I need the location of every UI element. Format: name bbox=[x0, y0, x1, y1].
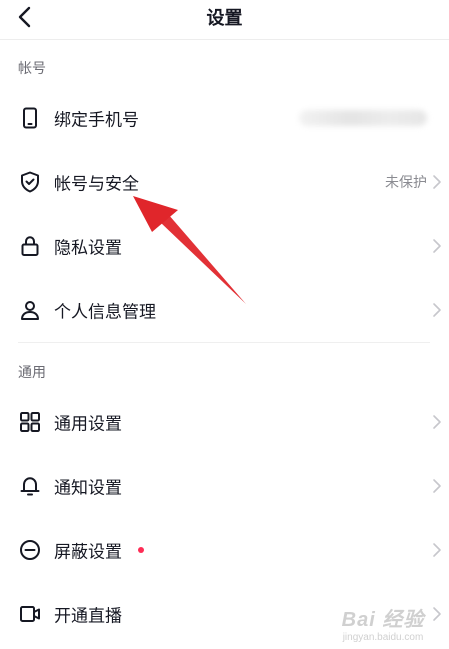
row-notifications-label: 通知设置 bbox=[54, 478, 122, 499]
chevron-right-icon bbox=[433, 479, 441, 493]
row-live-streaming-label: 开通直播 bbox=[54, 606, 122, 627]
baidu-jingyan-watermark: Bai 经验 jingyan.baidu.com bbox=[323, 603, 443, 643]
chevron-right-icon bbox=[433, 239, 441, 253]
video-camera-icon bbox=[20, 606, 40, 622]
page-title: 设置 bbox=[206, 8, 243, 29]
row-notifications[interactable]: 通知设置 bbox=[0, 458, 449, 514]
lock-icon bbox=[21, 236, 39, 256]
section-divider bbox=[18, 342, 430, 343]
row-account-security-label: 帐号与安全 bbox=[54, 174, 139, 195]
row-general-settings[interactable]: 通用设置 bbox=[0, 394, 449, 450]
row-bind-phone[interactable]: 绑定手机号 bbox=[0, 90, 449, 146]
watermark-url: jingyan.baidu.com bbox=[342, 632, 424, 643]
watermark-logo: Bai 经验 bbox=[341, 609, 425, 631]
top-bar: 设置 bbox=[0, 0, 449, 40]
shield-check-icon bbox=[21, 171, 39, 193]
phone-icon bbox=[23, 107, 37, 129]
row-block-settings-label: 屏蔽设置 bbox=[54, 542, 122, 563]
row-privacy[interactable]: 隐私设置 bbox=[0, 218, 449, 274]
row-privacy-label: 隐私设置 bbox=[54, 238, 122, 259]
chevron-right-icon bbox=[433, 543, 441, 557]
row-block-settings[interactable]: 屏蔽设置 bbox=[0, 522, 449, 578]
chevron-right-icon bbox=[433, 415, 441, 429]
chevron-right-icon bbox=[433, 175, 441, 189]
row-account-security[interactable]: 帐号与安全 未保护 bbox=[0, 154, 449, 210]
blurred-phone-number bbox=[299, 110, 427, 126]
row-bind-phone-label: 绑定手机号 bbox=[54, 110, 139, 131]
section-label-account: 帐号 bbox=[18, 61, 46, 77]
row-personal-info-label: 个人信息管理 bbox=[54, 302, 156, 323]
chevron-right-icon bbox=[433, 303, 441, 317]
row-general-settings-label: 通用设置 bbox=[54, 414, 122, 435]
grid-icon bbox=[20, 412, 40, 432]
bell-icon bbox=[20, 477, 40, 496]
minus-circle-icon bbox=[20, 540, 40, 560]
row-personal-info[interactable]: 个人信息管理 bbox=[0, 282, 449, 338]
new-badge-dot bbox=[138, 547, 144, 553]
section-label-general: 通用 bbox=[18, 365, 46, 381]
protection-status: 未保护 bbox=[385, 175, 427, 191]
user-icon bbox=[21, 301, 39, 320]
